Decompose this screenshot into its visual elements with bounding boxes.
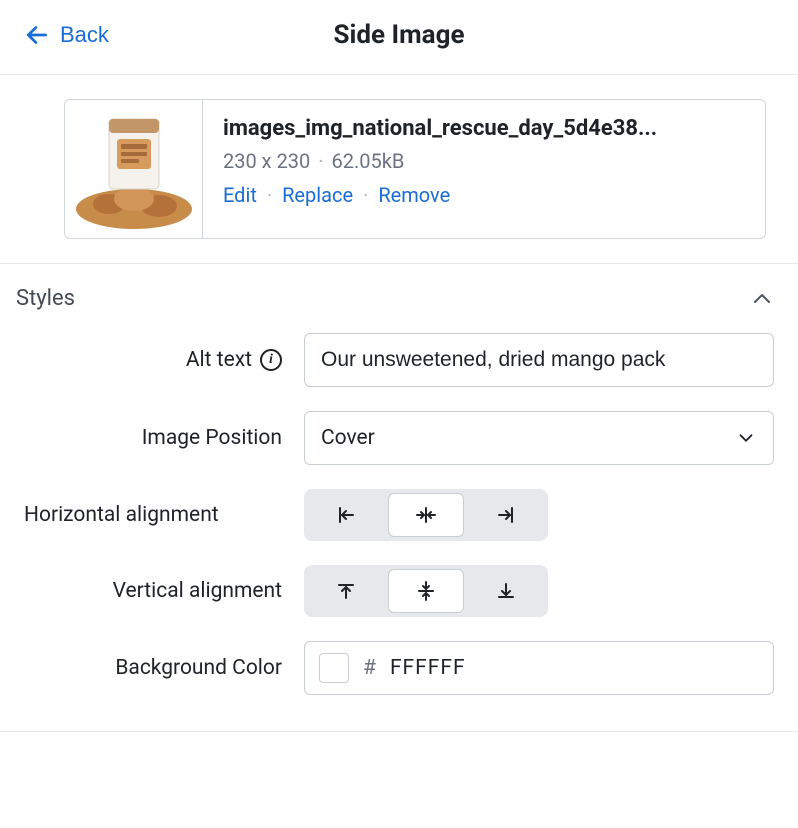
image-info: images_img_national_rescue_day_5d4e38...… xyxy=(203,100,765,238)
bg-color-value: FFFFFF xyxy=(390,656,466,680)
back-button[interactable]: Back xyxy=(24,22,109,48)
image-position-value: Cover xyxy=(321,426,375,450)
image-position-label: Image Position xyxy=(24,426,282,450)
image-thumbnail[interactable] xyxy=(65,100,203,238)
bg-color-row: Background Color # FFFFFF xyxy=(24,641,774,695)
image-dimensions: 230 x 230 xyxy=(223,149,310,173)
bg-color-input[interactable]: # FFFFFF xyxy=(304,641,774,695)
v-align-bottom-button[interactable] xyxy=(468,569,544,613)
info-icon[interactable]: i xyxy=(260,349,282,371)
replace-link[interactable]: Replace xyxy=(282,183,353,207)
back-label: Back xyxy=(60,22,109,48)
align-h-center-icon xyxy=(414,503,438,527)
image-filename: images_img_national_rescue_day_5d4e38... xyxy=(223,116,745,141)
h-align-center-button[interactable] xyxy=(388,493,464,537)
edit-link[interactable]: Edit xyxy=(223,183,257,207)
section-divider xyxy=(0,731,798,732)
page-title: Side Image xyxy=(24,20,774,50)
align-bottom-icon xyxy=(494,579,518,603)
hash-symbol: # xyxy=(363,656,376,680)
h-align-segmented xyxy=(304,489,548,541)
align-top-icon xyxy=(334,579,358,603)
product-image-icon xyxy=(69,104,199,234)
align-left-icon xyxy=(334,503,358,527)
styles-section-toggle[interactable]: Styles xyxy=(0,263,798,333)
v-align-row: Vertical alignment xyxy=(24,565,774,617)
panel-header: Back Side Image xyxy=(0,0,798,75)
image-actions: Edit·Replace·Remove xyxy=(223,183,745,207)
align-v-center-icon xyxy=(414,579,438,603)
v-align-segmented xyxy=(304,565,548,617)
bg-color-label: Background Color xyxy=(24,656,282,680)
alt-text-label-wrap: Alt text i xyxy=(24,348,282,372)
remove-link[interactable]: Remove xyxy=(378,183,450,207)
alt-text-label: Alt text xyxy=(186,348,252,372)
alt-text-row: Alt text i xyxy=(24,333,774,387)
v-align-top-button[interactable] xyxy=(308,569,384,613)
image-position-select[interactable]: Cover xyxy=(304,411,774,465)
image-filesize: 62.05kB xyxy=(332,149,405,173)
styles-form: Alt text i Image Position Cover Horizont… xyxy=(0,333,798,731)
chevron-down-icon xyxy=(735,427,757,449)
arrow-left-icon xyxy=(24,22,50,48)
image-card: images_img_national_rescue_day_5d4e38...… xyxy=(64,99,766,239)
v-align-center-button[interactable] xyxy=(388,569,464,613)
chevron-up-icon xyxy=(750,287,774,311)
image-position-row: Image Position Cover xyxy=(24,411,774,465)
h-align-row: Horizontal alignment xyxy=(24,489,774,541)
h-align-label: Horizontal alignment xyxy=(24,503,282,527)
color-swatch[interactable] xyxy=(319,653,349,683)
v-align-label: Vertical alignment xyxy=(24,579,282,603)
align-right-icon xyxy=(494,503,518,527)
h-align-left-button[interactable] xyxy=(308,493,384,537)
image-meta: 230 x 230·62.05kB xyxy=(223,149,745,173)
styles-section-label: Styles xyxy=(16,286,75,311)
alt-text-input[interactable] xyxy=(304,333,774,387)
h-align-right-button[interactable] xyxy=(468,493,544,537)
